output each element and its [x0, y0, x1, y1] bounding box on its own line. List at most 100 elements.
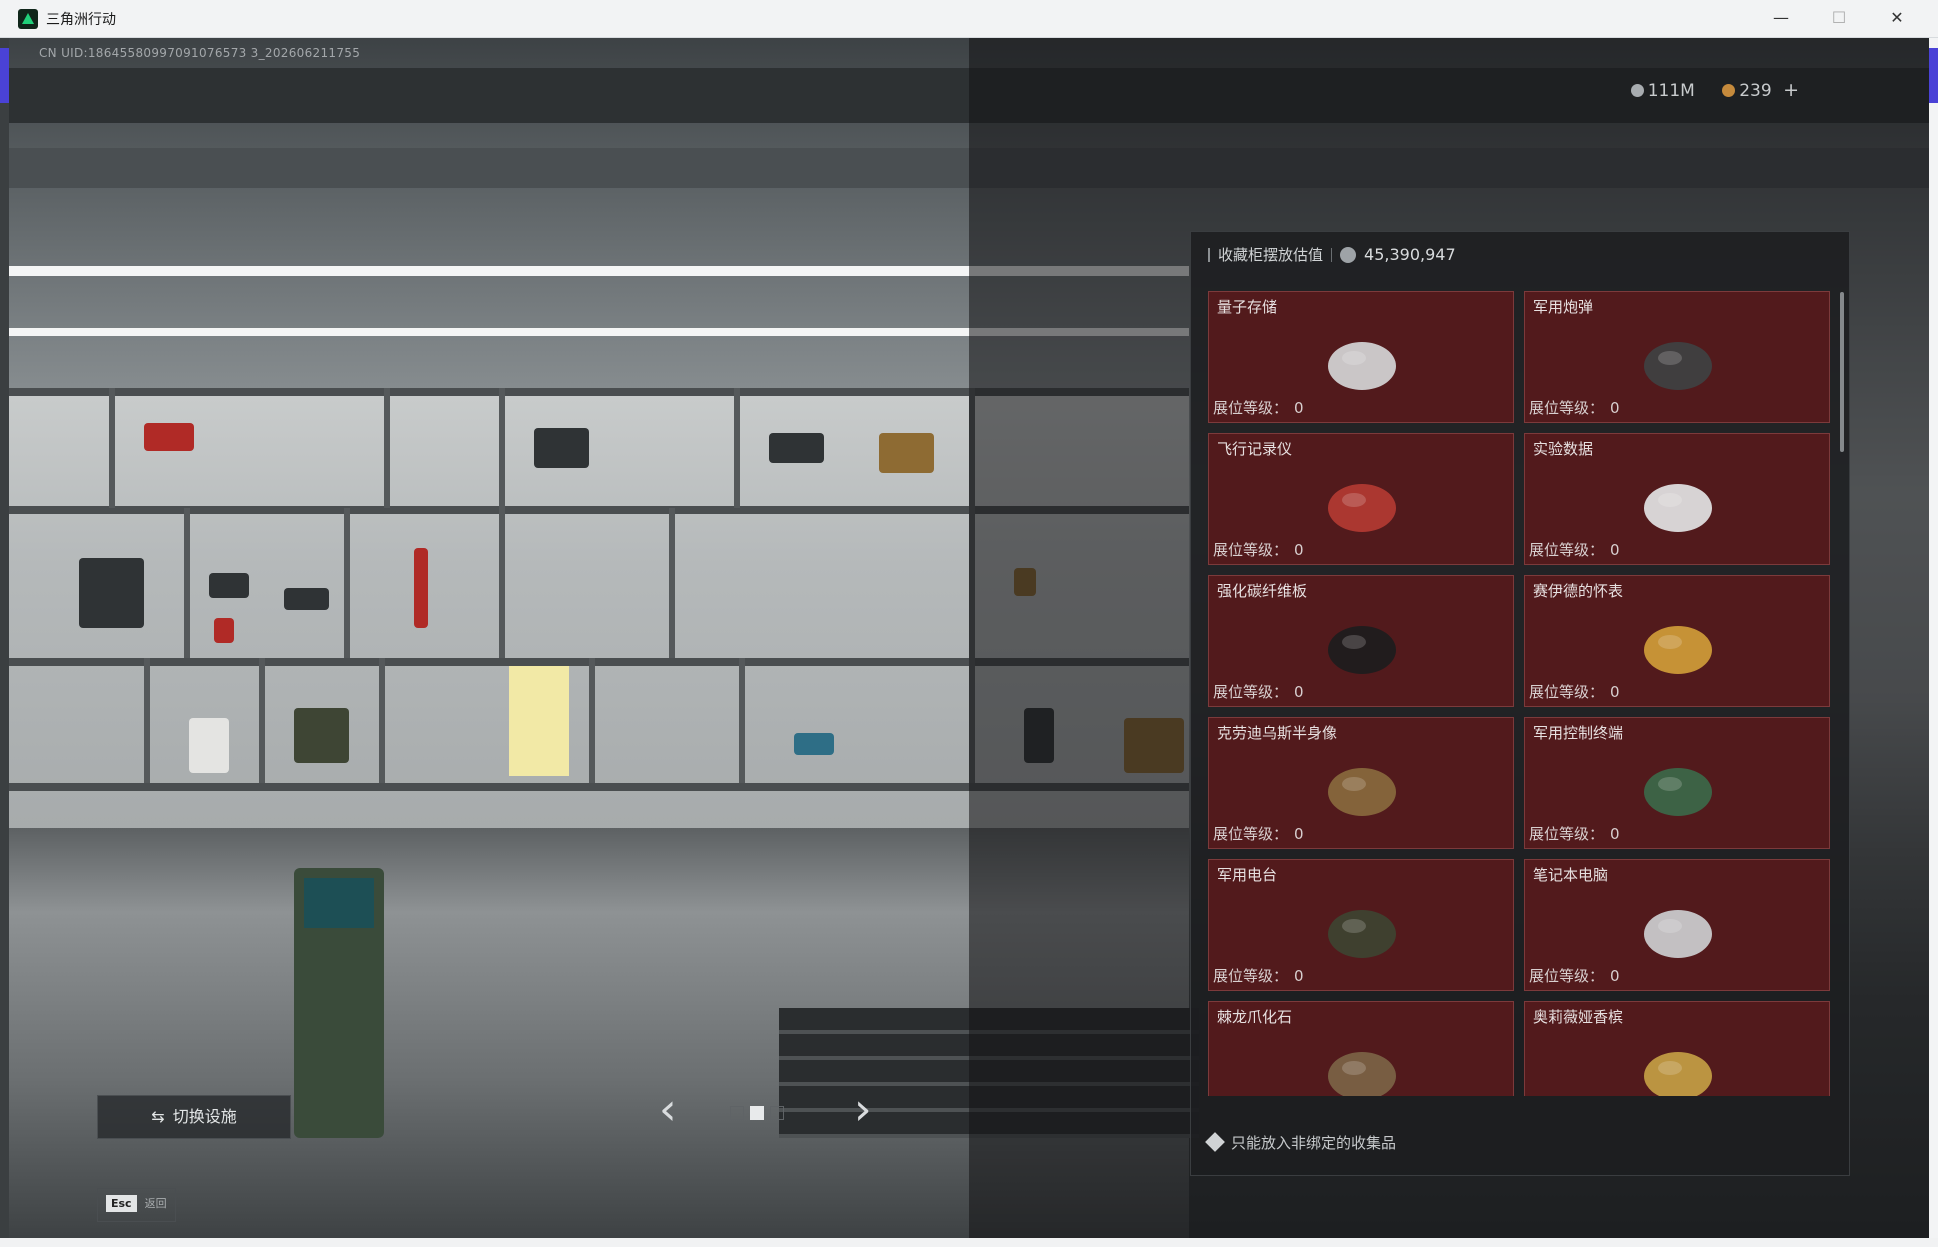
collection-panel: 收藏柜摆放估值 45,390,947 量子存储 展位等级： 0 军用炮弹 展位等级： 0 飞行…: [1190, 231, 1850, 1176]
card-name: 笔记本电脑: [1533, 866, 1609, 884]
collection-card[interactable]: 实验数据展位等级： 0: [1524, 433, 1830, 565]
carbon-plate-icon: [1312, 606, 1412, 686]
collection-card[interactable]: 飞行记录仪展位等级： 0: [1208, 433, 1514, 565]
card-name: 飞行记录仪: [1217, 440, 1293, 458]
panel-header: 收藏柜摆放估值 45,390,947: [1208, 244, 1456, 268]
silver-amount: 111M: [1647, 81, 1695, 101]
level-value: 0: [1294, 967, 1304, 985]
laptop-icon: [1628, 890, 1728, 970]
level-value: 0: [1294, 683, 1304, 701]
maximize-button[interactable]: ☐: [1810, 0, 1868, 38]
card-level: 展位等级： 0: [1213, 823, 1304, 844]
bottom-strip: [0, 1238, 1938, 1247]
switch-facility-button[interactable]: ⇆ 切换设施: [97, 1095, 291, 1139]
next-page-button[interactable]: ›: [854, 1088, 872, 1132]
collection-card[interactable]: 军用炮弹展位等级： 0: [1524, 291, 1830, 423]
flight-recorder-icon: [1312, 464, 1412, 544]
level-label: 展位等级：: [1213, 683, 1289, 701]
disc-icon: [1628, 464, 1728, 544]
game-scene: CN UID:18645580997091076573 3_2026062117…: [9, 38, 1929, 1238]
card-level: 展位等级： 0: [1529, 823, 1620, 844]
switch-icon: ⇆: [151, 1107, 165, 1126]
level-value: 0: [1610, 825, 1620, 843]
add-currency-button[interactable]: +: [1783, 79, 1799, 101]
card-name: 军用炮弹: [1533, 298, 1594, 316]
card-level: 展位等级： 0: [1213, 681, 1304, 702]
card-level: 展位等级： 0: [1529, 681, 1620, 702]
card-name: 强化碳纤维板: [1217, 582, 1308, 600]
page-dot[interactable]: [730, 1106, 744, 1120]
claw-fossil-icon: [1312, 1032, 1412, 1096]
card-name: 奥莉薇娅香槟: [1533, 1008, 1624, 1026]
bust-icon: [1312, 748, 1412, 828]
artillery-shell-icon: [1628, 322, 1728, 402]
level-label: 展位等级：: [1213, 541, 1289, 559]
pocket-watch-icon: [1628, 606, 1728, 686]
level-label: 展位等级：: [1529, 967, 1605, 985]
collection-card[interactable]: 量子存储展位等级： 0: [1208, 291, 1514, 423]
level-label: 展位等级：: [1529, 683, 1605, 701]
level-label: 展位等级：: [1529, 399, 1605, 417]
level-value: 0: [1294, 541, 1304, 559]
level-value: 0: [1610, 399, 1620, 417]
card-name: 赛伊德的怀表: [1533, 582, 1624, 600]
level-value: 0: [1610, 683, 1620, 701]
window-title: 三角洲行动: [46, 12, 116, 28]
collection-card[interactable]: 军用电台展位等级： 0: [1208, 859, 1514, 991]
champagne-icon: [1628, 1032, 1728, 1096]
card-level: 展位等级： 0: [1213, 965, 1304, 986]
terminal-screen: [304, 878, 374, 928]
card-level: 展位等级： 0: [1529, 397, 1620, 418]
title-bar: 三角洲行动 — ☐ ✕: [0, 0, 1938, 38]
uid-label: CN UID:18645580997091076573 3_2026062117…: [39, 46, 361, 60]
collection-card[interactable]: 赛伊德的怀表展位等级： 0: [1524, 575, 1830, 707]
control-terminal-icon: [1628, 748, 1728, 828]
page-dot[interactable]: [750, 1106, 764, 1120]
level-value: 0: [1294, 825, 1304, 843]
page-dot[interactable]: [770, 1106, 784, 1120]
collection-card[interactable]: 笔记本电脑展位等级： 0: [1524, 859, 1830, 991]
card-name: 棘龙爪化石: [1217, 1008, 1293, 1026]
esc-back-hint[interactable]: Esc 返回: [97, 1188, 176, 1222]
level-value: 0: [1610, 967, 1620, 985]
app-logo-icon: [18, 9, 38, 29]
card-level: 展位等级： 0: [1213, 539, 1304, 560]
card-level: 展位等级： 0: [1213, 397, 1304, 418]
esc-key: Esc: [106, 1195, 137, 1212]
gold-amount: 239: [1739, 81, 1772, 101]
prev-page-button[interactable]: ‹: [659, 1088, 677, 1132]
collection-card[interactable]: 克劳迪乌斯半身像展位等级： 0: [1208, 717, 1514, 849]
level-value: 0: [1294, 399, 1304, 417]
card-name: 军用控制终端: [1533, 724, 1624, 742]
gold-coin-icon: [1722, 84, 1736, 97]
level-value: 0: [1610, 541, 1620, 559]
card-level: 展位等级： 0: [1529, 965, 1620, 986]
right-edge: [1929, 38, 1938, 1238]
warning-icon: [1205, 1132, 1225, 1152]
collection-card[interactable]: 奥莉薇娅香槟展位等级：0: [1524, 1001, 1830, 1096]
collection-card[interactable]: 军用控制终端展位等级： 0: [1524, 717, 1830, 849]
valuation-label: 收藏柜摆放估值: [1218, 246, 1324, 264]
card-name: 实验数据: [1533, 440, 1594, 458]
minimize-button[interactable]: —: [1752, 0, 1810, 38]
military-radio-icon: [1312, 890, 1412, 970]
card-name: 克劳迪乌斯半身像: [1217, 724, 1338, 742]
card-name: 军用电台: [1217, 866, 1278, 884]
panel-scrollbar[interactable]: [1840, 292, 1844, 452]
switch-label: 切换设施: [172, 1107, 237, 1126]
collection-card[interactable]: 强化碳纤维板展位等级： 0: [1208, 575, 1514, 707]
level-label: 展位等级：: [1213, 825, 1289, 843]
collection-grid: 量子存储 展位等级： 0 军用炮弹 展位等级： 0 飞行记录仪 展位等级： 0 实验数据 展位等级：…: [1208, 291, 1830, 1096]
card-level: 展位等级： 0: [1529, 539, 1620, 560]
level-label: 展位等级：: [1529, 825, 1605, 843]
game-window: 三角洲行动 — ☐ ✕ CN UID:18645580997091076573 …: [0, 0, 1938, 1247]
silver-coin-icon: [1630, 84, 1644, 97]
left-edge: [0, 38, 9, 1238]
silver-coin-icon: [1340, 247, 1357, 263]
card-name: 量子存储: [1217, 298, 1278, 316]
collection-card[interactable]: 棘龙爪化石展位等级：0: [1208, 1001, 1514, 1096]
close-button[interactable]: ✕: [1868, 0, 1926, 38]
level-label: 展位等级：: [1213, 399, 1289, 417]
esc-label: 返回: [144, 1197, 167, 1210]
valuation-value: 45,390,947: [1364, 245, 1456, 264]
